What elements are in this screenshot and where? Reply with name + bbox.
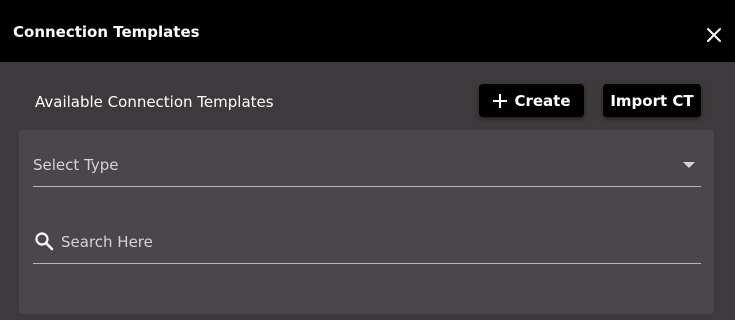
close-button[interactable] — [702, 23, 726, 47]
connection-templates-dialog: Connection Templates Available Connectio… — [0, 0, 735, 320]
import-ct-button-label: Import CT — [610, 91, 694, 110]
import-ct-button[interactable]: Import CT — [603, 84, 701, 117]
search-icon — [35, 232, 54, 251]
chevron-down-icon — [683, 162, 695, 168]
create-button-label: Create — [514, 91, 571, 110]
plus-icon — [493, 93, 508, 108]
type-select[interactable]: Select Type — [33, 150, 701, 187]
search-field — [33, 228, 701, 264]
dialog-title: Connection Templates — [13, 23, 200, 41]
dialog-header: Connection Templates — [0, 0, 735, 62]
create-button[interactable]: Create — [479, 84, 584, 117]
section-label: Available Connection Templates — [35, 93, 274, 111]
type-select-placeholder: Select Type — [33, 156, 119, 174]
search-input[interactable] — [61, 230, 681, 254]
close-icon — [707, 28, 721, 42]
